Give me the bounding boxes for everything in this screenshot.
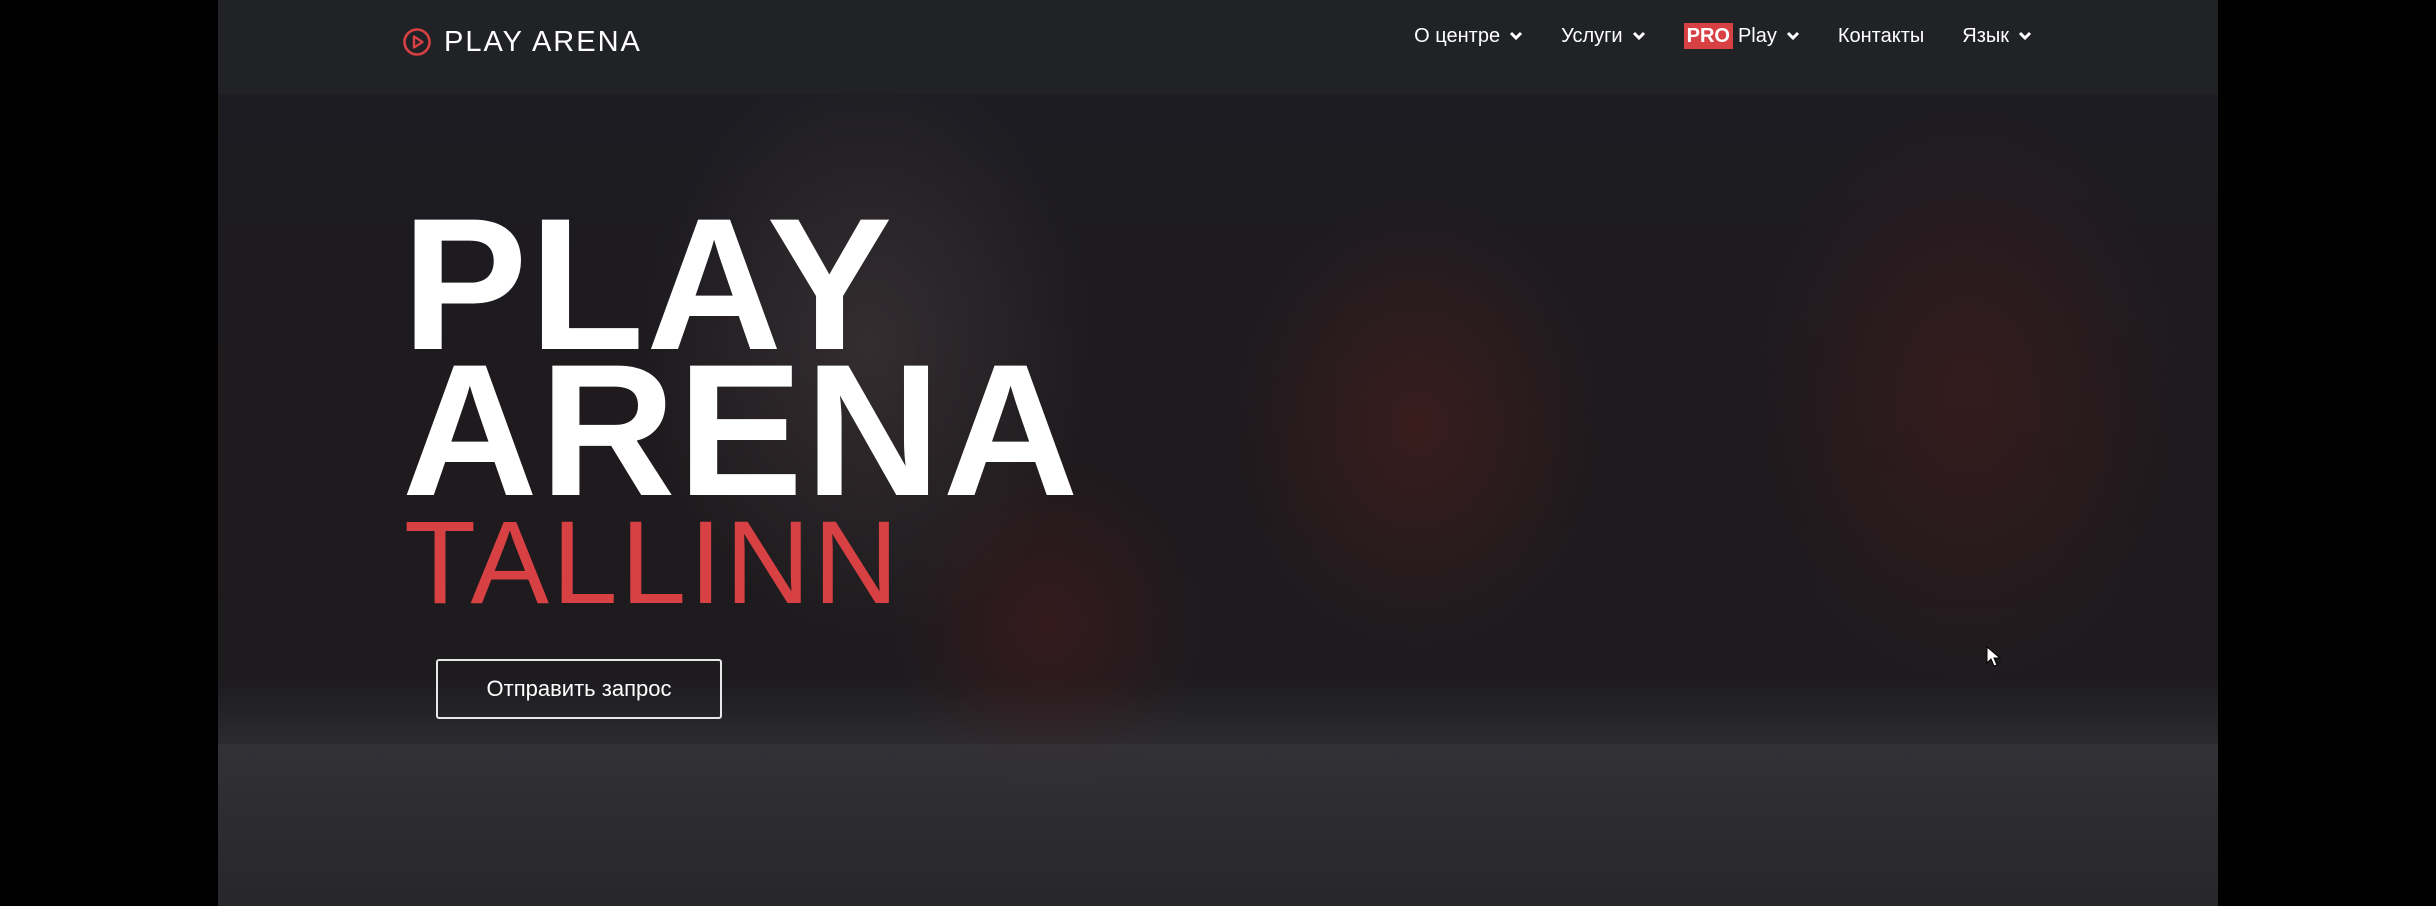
nav-item-label: Услуги bbox=[1561, 24, 1623, 47]
nav-item-label: Язык bbox=[1962, 24, 2009, 47]
hero-title-line-2: ARENA bbox=[402, 325, 1081, 535]
nav-item-label: Play bbox=[1737, 24, 1777, 47]
play-circle-icon bbox=[403, 28, 431, 56]
chevron-down-icon bbox=[2018, 31, 2032, 41]
hero-background-band bbox=[218, 744, 2218, 906]
send-request-button[interactable]: Отправить запрос bbox=[436, 659, 722, 719]
page: PLAY ARENA О центре Услуги PRO Play Конт… bbox=[218, 0, 2218, 906]
nav-item-services[interactable]: Услуги bbox=[1561, 25, 1646, 48]
nav-item-contacts[interactable]: Контакты bbox=[1838, 25, 1924, 48]
nav-item-pro-play[interactable]: PRO Play bbox=[1683, 23, 1800, 49]
chevron-down-icon bbox=[1786, 31, 1799, 41]
top-navbar: PLAY ARENA О центре Услуги PRO Play Конт… bbox=[218, 0, 2218, 94]
nav-item-about[interactable]: О центре bbox=[1414, 25, 1523, 48]
mouse-cursor-icon bbox=[1986, 646, 2002, 667]
chevron-down-icon bbox=[1510, 31, 1523, 41]
nav-item-label: Контакты bbox=[1837, 24, 1925, 47]
main-nav: О центре Услуги PRO Play Контакты Язык bbox=[1414, 20, 2032, 52]
nav-item-language[interactable]: Язык bbox=[1962, 25, 2032, 48]
logo-text: PLAY ARENA bbox=[444, 25, 642, 58]
chevron-down-icon bbox=[1632, 31, 1645, 41]
hero-city: TALLINN bbox=[404, 497, 902, 629]
pro-badge: PRO bbox=[1683, 23, 1733, 49]
nav-item-label: О центре bbox=[1414, 24, 1501, 47]
site-logo[interactable]: PLAY ARENA bbox=[402, 24, 642, 60]
